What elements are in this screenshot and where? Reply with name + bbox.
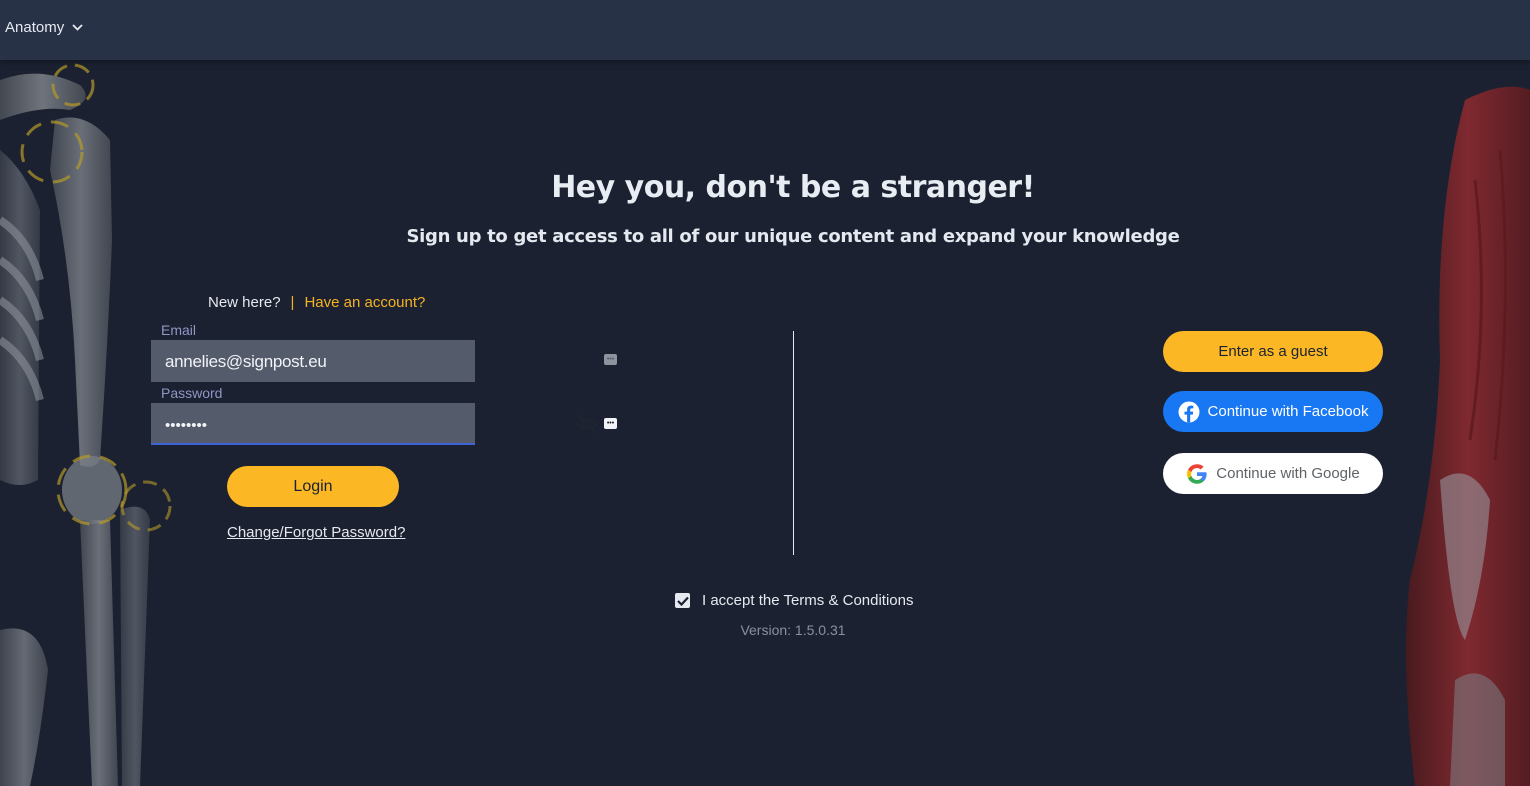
page-title: Hey you, don't be a stranger! (551, 170, 1035, 205)
email-label: Email (161, 322, 197, 338)
tab-separator: | (290, 294, 295, 311)
login-button[interactable]: Login (227, 466, 399, 507)
auth-tabs: New here? | Have an account? (208, 294, 425, 311)
password-label: Password (161, 385, 223, 401)
terms-checkbox[interactable] (675, 593, 690, 608)
email-field-container (151, 340, 617, 384)
facebook-button-label: Continue with Facebook (1207, 403, 1369, 420)
version-label: Version: 1.5.0.31 (740, 622, 846, 638)
password-field-container (151, 403, 617, 447)
password-manager-key-icon[interactable] (604, 354, 617, 365)
facebook-icon (1178, 401, 1200, 422)
google-login-button[interactable]: Continue with Google (1163, 453, 1383, 494)
vertical-divider (793, 331, 794, 555)
tab-have-account[interactable]: Have an account? (304, 294, 425, 311)
chevron-down-icon (72, 24, 83, 31)
terms-row: I accept the Terms & Conditions (675, 592, 914, 609)
app-menu-dropdown[interactable]: Anatomy (5, 19, 83, 36)
password-field[interactable] (163, 403, 427, 447)
app-menu-label: Anatomy (5, 19, 65, 36)
terms-label[interactable]: I accept the Terms & Conditions (702, 592, 914, 609)
password-manager-key-icon[interactable] (604, 418, 617, 429)
page-subtitle: Sign up to get access to all of our uniq… (406, 226, 1180, 247)
email-field[interactable] (163, 340, 427, 384)
checkmark-icon (676, 596, 689, 606)
forgot-password-link[interactable]: Change/Forgot Password? (227, 524, 405, 541)
eye-off-icon[interactable] (575, 413, 599, 435)
google-icon (1187, 463, 1207, 484)
guest-button-label: Enter as a guest (1218, 343, 1328, 360)
tab-new-here[interactable]: New here? (208, 294, 281, 311)
muscle-illustration (1406, 86, 1530, 786)
google-button-label: Continue with Google (1216, 465, 1360, 482)
guest-button[interactable]: Enter as a guest (1163, 331, 1383, 372)
facebook-login-button[interactable]: Continue with Facebook (1163, 391, 1383, 432)
top-bar: Anatomy (0, 0, 1530, 60)
